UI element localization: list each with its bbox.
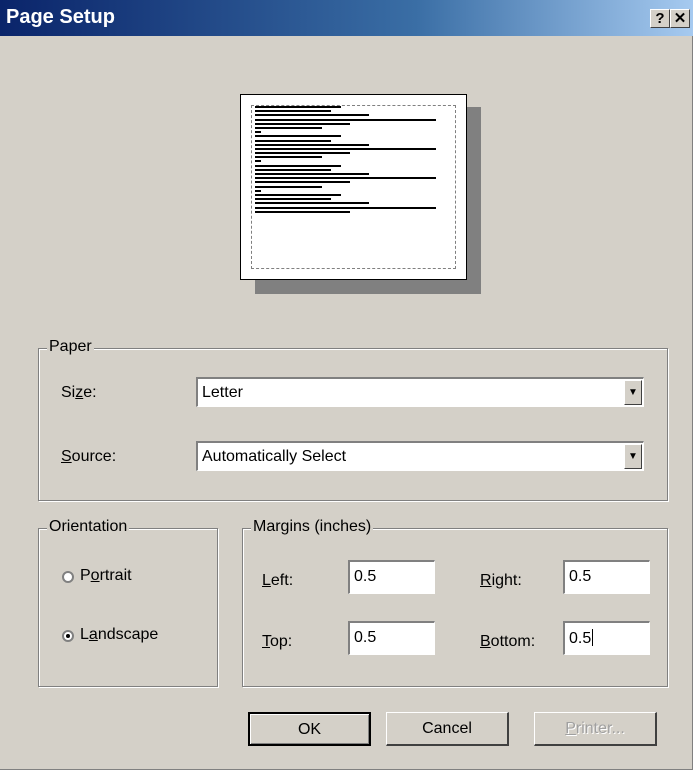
cancel-button[interactable]: Cancel <box>386 712 509 746</box>
right-margin-label: Right: <box>480 572 522 589</box>
orientation-legend: Orientation <box>47 518 130 536</box>
left-margin-label: Left: <box>262 572 294 589</box>
printer-button[interactable]: Printer... <box>534 712 657 746</box>
chevron-down-icon[interactable]: ▼ <box>624 380 642 405</box>
paper-group: Paper <box>38 338 668 501</box>
portrait-label[interactable]: Portrait <box>80 567 132 585</box>
close-button[interactable]: ✕ <box>670 9 690 28</box>
landscape-label[interactable]: Landscape <box>80 626 158 644</box>
left-margin-input[interactable]: 0.5 <box>348 560 435 594</box>
bottom-margin-input[interactable]: 0.5 <box>563 621 650 655</box>
margins-legend: Margins (inches) <box>251 518 374 536</box>
left-margin-value: 0.5 <box>354 568 377 585</box>
text-caret <box>592 629 594 646</box>
window-title: Page Setup <box>6 6 115 28</box>
bottom-margin-value: 0.5 <box>569 630 592 647</box>
top-margin-input[interactable]: 0.5 <box>348 621 435 655</box>
landscape-radio[interactable] <box>62 630 74 642</box>
right-margin-value: 0.5 <box>569 568 592 585</box>
source-select[interactable]: Automatically Select ▼ <box>196 441 644 471</box>
orientation-group: Orientation <box>38 518 218 687</box>
title-bar[interactable]: Page Setup ? ✕ <box>0 0 693 36</box>
chevron-down-icon[interactable]: ▼ <box>624 444 642 469</box>
size-select-value: Letter <box>202 384 243 401</box>
bottom-margin-label: Bottom: <box>480 633 536 650</box>
preview-text-lines <box>255 106 445 215</box>
portrait-radio[interactable] <box>62 571 74 583</box>
right-margin-input[interactable]: 0.5 <box>563 560 650 594</box>
source-select-value: Automatically Select <box>202 448 347 465</box>
top-margin-label: Top: <box>262 633 293 650</box>
help-button[interactable]: ? <box>650 9 670 28</box>
ok-button[interactable]: OK <box>248 712 371 746</box>
source-label: Source: <box>61 448 117 465</box>
size-select[interactable]: Letter ▼ <box>196 377 644 407</box>
page-setup-dialog: Page Setup ? ✕ Paper Size: Letter ▼ Sour… <box>0 0 693 770</box>
margins-group: Margins (inches) <box>242 518 668 687</box>
top-margin-value: 0.5 <box>354 629 377 646</box>
paper-legend: Paper <box>47 338 94 356</box>
size-label: Size: <box>61 384 97 401</box>
bottom-margin-text: 0.5 <box>569 629 594 648</box>
page-preview <box>240 94 467 280</box>
